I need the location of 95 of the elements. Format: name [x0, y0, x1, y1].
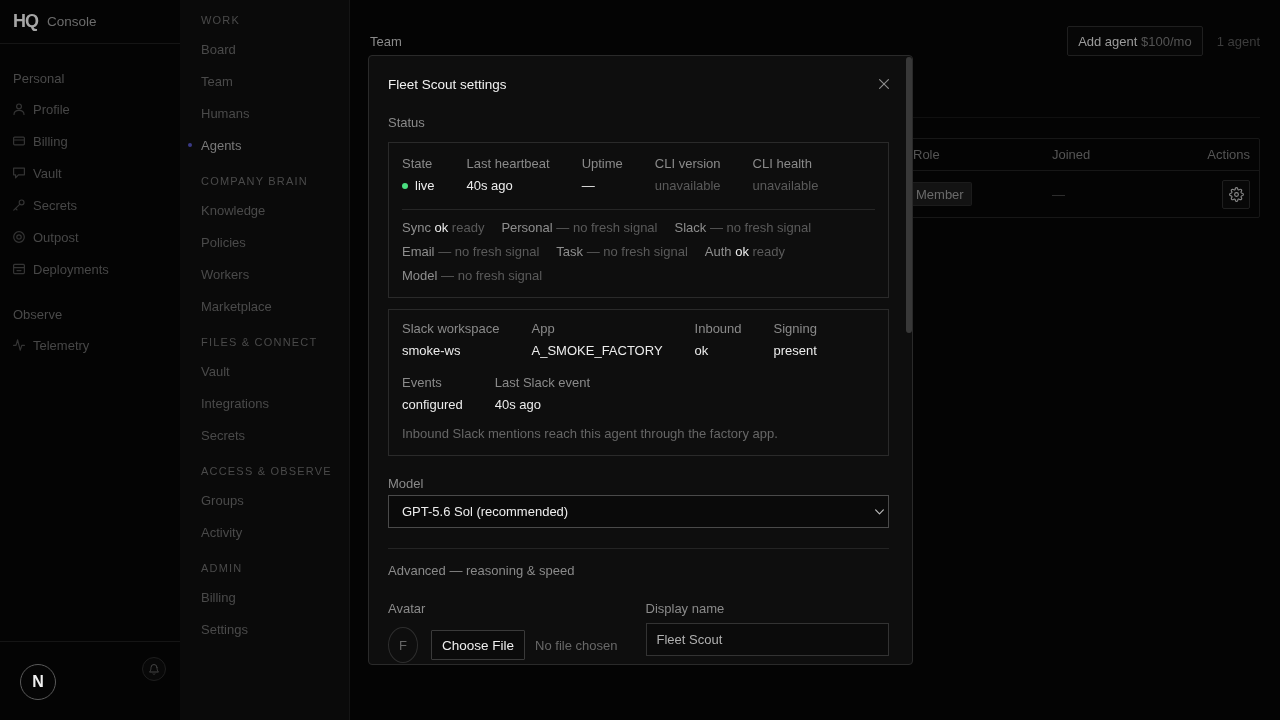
- field-label: App: [531, 320, 555, 338]
- sidebar-section-title: Personal: [13, 70, 65, 88]
- settings-button[interactable]: [1222, 179, 1250, 209]
- file-status-text: No file chosen: [535, 637, 618, 653]
- signal-status-text: Model — no fresh signal: [402, 267, 543, 285]
- pulse-icon: [13, 339, 25, 351]
- field-label: Inbound: [694, 320, 742, 338]
- sidebar-item[interactable]: Vault: [13, 157, 180, 189]
- field-value: ok: [694, 342, 709, 360]
- sidebar-section-title: Observe: [13, 306, 63, 324]
- signal-status-text: Auth ok ready: [704, 243, 786, 261]
- signal-status-text: Task — no fresh signal: [556, 243, 688, 261]
- field-label: Model: [388, 475, 424, 493]
- target-icon: [13, 231, 25, 243]
- nav-item[interactable]: Board: [180, 33, 349, 65]
- sidebar-item[interactable]: Telemetry: [13, 329, 180, 361]
- field-label: Last heartbeat: [466, 155, 550, 173]
- field-label: Events: [402, 374, 442, 392]
- field-value: A_SMOKE_FACTORY: [531, 342, 663, 360]
- nav-item[interactable]: Policies: [180, 226, 349, 258]
- nav-item[interactable]: Marketplace: [180, 290, 349, 322]
- signal-status-text: Email — no fresh signal: [402, 243, 540, 261]
- field-label: CLI version: [654, 155, 721, 173]
- advanced-section-toggle[interactable]: Advanced — reasoning & speed: [388, 561, 575, 581]
- card-icon: [13, 135, 25, 147]
- section-heading: Status: [388, 114, 425, 132]
- column-header: Actions: [1207, 147, 1250, 162]
- brand-name: Console: [47, 14, 97, 29]
- field-label: Last Slack event: [494, 374, 591, 392]
- field-label: Signing: [773, 320, 817, 338]
- field-label: Slack workspace: [402, 320, 500, 338]
- page-title: Team: [370, 33, 402, 49]
- nav-item[interactable]: Settings: [180, 613, 349, 645]
- dialog-title: Fleet Scout settings: [388, 76, 507, 92]
- active-dot-icon: [188, 143, 192, 147]
- brand-logo: HQ: [13, 11, 38, 32]
- nav-item[interactable]: Workers: [180, 258, 349, 290]
- choose-file-button[interactable]: Choose File: [431, 630, 526, 660]
- model-select[interactable]: GPT-5.6 Sol (recommended): [388, 495, 889, 528]
- signal-status-text: Personal — no fresh signal: [501, 219, 658, 237]
- nav-section-title: WORK: [201, 13, 241, 28]
- field-value: 40s ago: [494, 396, 541, 414]
- agent-count: 1 agent: [1216, 33, 1260, 49]
- field-label: Avatar: [388, 600, 426, 618]
- nav-item[interactable]: Secrets: [180, 419, 349, 451]
- nav-section-title: ADMIN: [201, 561, 243, 576]
- nav-item[interactable]: Humans: [180, 97, 349, 129]
- nav-section-title: COMPANY BRAIN: [201, 174, 308, 189]
- nav-section-title: FILES & CONNECT: [201, 335, 318, 350]
- field-value: configured: [402, 396, 463, 414]
- signal-status-text: Sync ok ready: [402, 219, 485, 237]
- field-value: smoke-ws: [402, 342, 461, 360]
- add-agent-button[interactable]: Add agent $100/mo: [1067, 26, 1203, 56]
- scrollbar-thumb[interactable]: [906, 57, 912, 333]
- field-value: 40s ago: [466, 177, 513, 195]
- field-value: unavailable: [654, 177, 721, 195]
- column-header: Joined: [1052, 147, 1091, 162]
- bell-icon: [149, 663, 159, 675]
- nav-section-title: ACCESS & OBSERVE: [201, 464, 332, 479]
- sidebar-item[interactable]: Profile: [13, 93, 180, 125]
- person-icon: [13, 103, 25, 115]
- field-value: —: [581, 177, 595, 195]
- sidebar-item[interactable]: Secrets: [13, 189, 180, 221]
- nav-item[interactable]: Team: [180, 65, 349, 97]
- signal-status-text: Slack — no fresh signal: [674, 219, 812, 237]
- box-icon: [13, 263, 25, 275]
- field-value: live: [415, 177, 435, 195]
- key-icon: [13, 199, 25, 211]
- close-button[interactable]: [879, 79, 889, 89]
- role-badge: Member: [913, 182, 972, 206]
- slack-note: Inbound Slack mentions reach this agent through the factory app.: [402, 425, 778, 443]
- chevron-down-icon: [875, 508, 884, 515]
- dev-tools-button[interactable]: N: [20, 664, 56, 700]
- chat-bubble-icon: [13, 167, 25, 179]
- field-label: Display name: [645, 600, 725, 618]
- sidebar-item[interactable]: Billing: [13, 125, 180, 157]
- nav-item[interactable]: Groups: [180, 484, 349, 516]
- nav-item[interactable]: Integrations: [180, 387, 349, 419]
- field-value: present: [773, 342, 817, 360]
- field-label: Uptime: [581, 155, 623, 173]
- column-header: Role: [913, 147, 940, 162]
- nav-item[interactable]: Activity: [180, 516, 349, 548]
- table-cell: —: [1052, 186, 1065, 202]
- field-label: CLI health: [752, 155, 812, 173]
- field-value: unavailable: [752, 177, 819, 195]
- field-label: State: [402, 155, 433, 173]
- nav-item[interactable]: Agents: [180, 129, 349, 161]
- close-icon: [879, 79, 889, 89]
- nav-item[interactable]: Knowledge: [180, 194, 349, 226]
- display-name-field[interactable]: Fleet Scout: [645, 623, 889, 656]
- nav-item[interactable]: Vault: [180, 355, 349, 387]
- settings-icon: [1228, 186, 1244, 202]
- nav-item[interactable]: Billing: [180, 581, 349, 613]
- sidebar-item[interactable]: Outpost: [13, 221, 180, 253]
- sidebar-item[interactable]: Deployments: [13, 253, 180, 285]
